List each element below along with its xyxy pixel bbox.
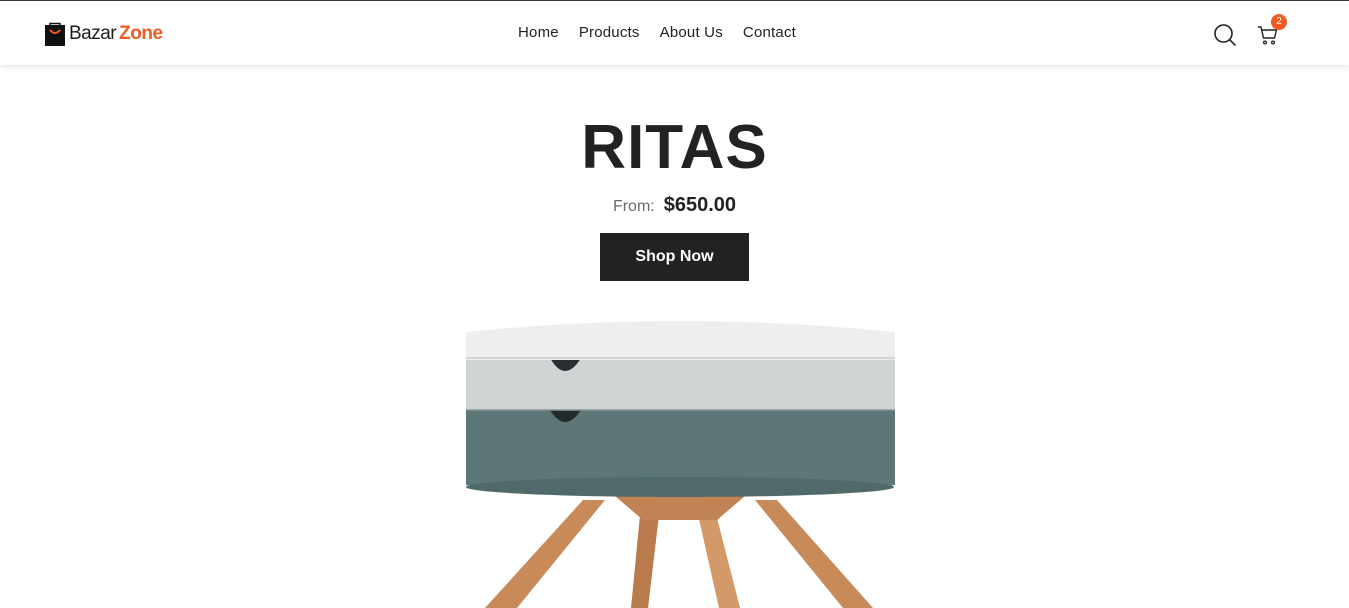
hero-title: RITAS xyxy=(581,113,768,182)
brand-name-part-2: Zone xyxy=(119,23,163,44)
shop-now-button[interactable]: Shop Now xyxy=(600,233,749,281)
site-header: Bazar Zone Home Products About Us Contac… xyxy=(0,1,1349,65)
brand-name-part-1: Bazar xyxy=(69,23,117,44)
cart-count-badge: 2 xyxy=(1271,14,1287,30)
main-nav: Home Products About Us Contact xyxy=(518,24,796,41)
table-legs xyxy=(485,496,873,608)
shopping-bag-icon xyxy=(45,22,65,46)
search-icon xyxy=(1214,24,1236,46)
table-top xyxy=(466,321,895,360)
price-prefix: From: xyxy=(612,198,655,215)
hero-price: From: $650.00 xyxy=(0,194,1349,217)
search-button[interactable] xyxy=(1213,23,1237,47)
price-value: $650.00 xyxy=(663,194,737,216)
nav-link-home[interactable]: Home xyxy=(518,24,559,41)
nav-link-contact[interactable]: Contact xyxy=(743,24,796,41)
table-bottom-drawer xyxy=(466,410,895,497)
nav-link-about-us[interactable]: About Us xyxy=(660,24,723,41)
brand-logo[interactable]: Bazar Zone xyxy=(44,21,163,47)
product-image xyxy=(466,321,895,608)
nav-link-products[interactable]: Products xyxy=(579,24,640,41)
table-middle-drawer xyxy=(466,358,895,411)
